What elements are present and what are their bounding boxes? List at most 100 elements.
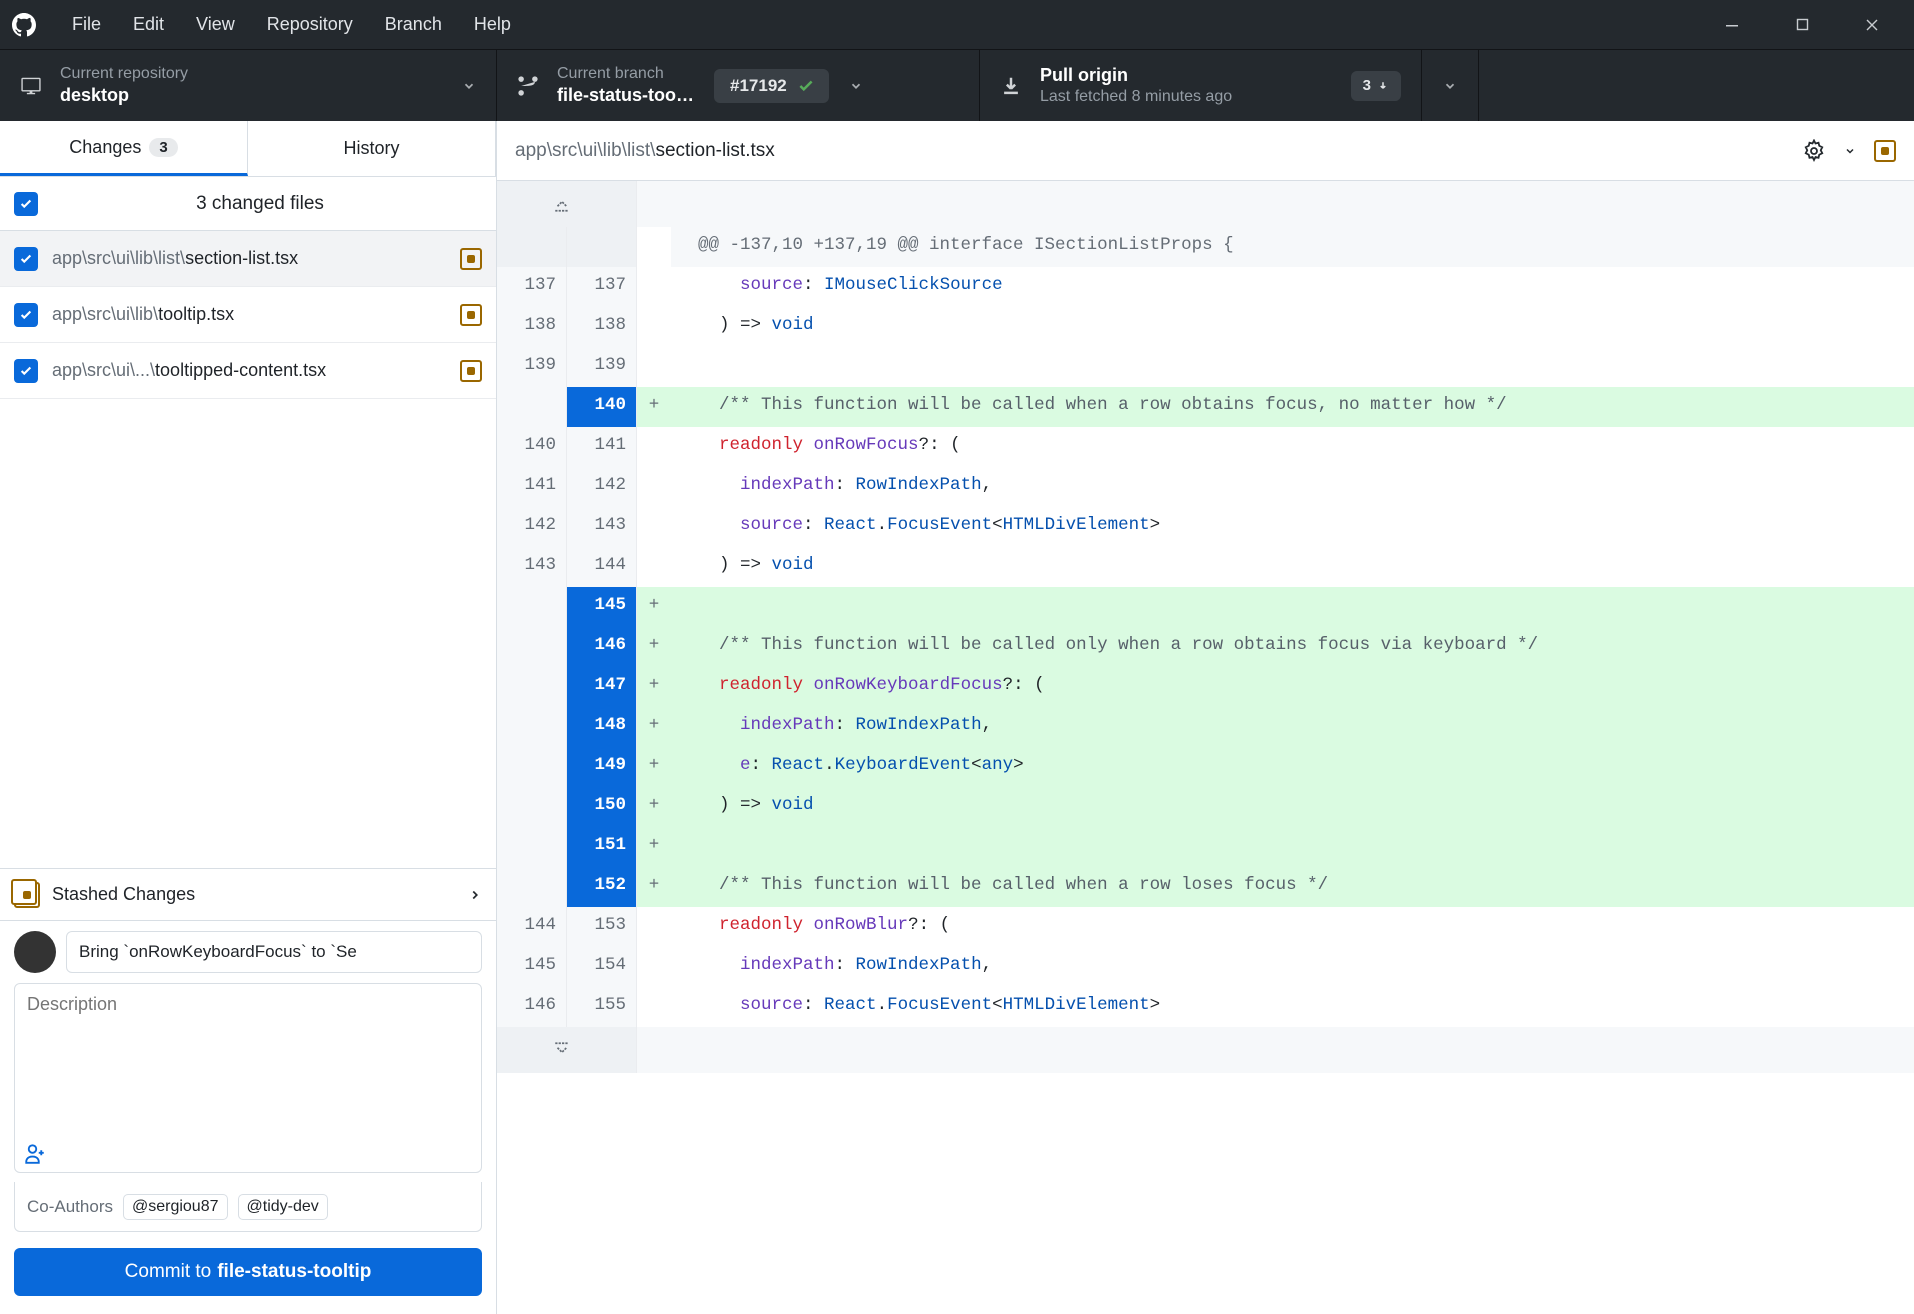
diff-line[interactable]: 141 142 indexPath: RowIndexPath, bbox=[497, 467, 1914, 507]
sidebar-tabs: Changes 3 History bbox=[0, 121, 496, 177]
desktop-icon bbox=[20, 75, 42, 97]
menu-branch[interactable]: Branch bbox=[369, 6, 458, 43]
diff-line[interactable]: 146 + /** This function will be called o… bbox=[497, 627, 1914, 667]
avatar bbox=[14, 931, 56, 973]
modified-icon bbox=[460, 304, 482, 326]
pr-number: #17192 bbox=[730, 76, 787, 96]
changed-files-header: 3 changed files bbox=[0, 177, 496, 231]
expand-up-icon bbox=[553, 195, 571, 213]
toolbar: Current repository desktop Current branc… bbox=[0, 49, 1914, 121]
coauthor-pill[interactable]: @sergiou87 bbox=[123, 1194, 228, 1220]
check-icon bbox=[19, 252, 33, 266]
modified-icon bbox=[1874, 140, 1896, 162]
pull-label: Pull origin bbox=[1040, 65, 1232, 86]
expand-down-icon bbox=[553, 1041, 571, 1059]
diff-body[interactable]: @@ -137,10 +137,19 @@ interface ISection… bbox=[497, 181, 1914, 1314]
person-add-icon bbox=[25, 1144, 45, 1164]
diff-line[interactable]: 138 138 ) => void bbox=[497, 307, 1914, 347]
git-branch-icon bbox=[517, 75, 539, 97]
file-path: app\src\ui\...\tooltipped-content.tsx bbox=[52, 360, 446, 381]
stashed-changes-row[interactable]: Stashed Changes bbox=[0, 868, 496, 920]
tab-history[interactable]: History bbox=[248, 121, 496, 176]
chevron-down-icon[interactable] bbox=[1844, 145, 1856, 157]
menu-file[interactable]: File bbox=[56, 6, 117, 43]
repo-label: Current repository bbox=[60, 65, 188, 83]
check-icon bbox=[19, 308, 33, 322]
stash-label: Stashed Changes bbox=[52, 884, 456, 905]
file-checkbox[interactable] bbox=[14, 247, 38, 271]
diff-line[interactable]: 137 137 source: IMouseClickSource bbox=[497, 267, 1914, 307]
tab-changes[interactable]: Changes 3 bbox=[0, 121, 248, 176]
diff-line[interactable]: 142 143 source: React.FocusEvent<HTMLDiv… bbox=[497, 507, 1914, 547]
branch-selector[interactable]: Current branch file-status-too… #17192 bbox=[497, 50, 980, 121]
modified-icon bbox=[460, 248, 482, 270]
pull-origin-button[interactable]: Pull origin Last fetched 8 minutes ago 3 bbox=[980, 50, 1422, 121]
menu-help[interactable]: Help bbox=[458, 6, 527, 43]
modified-icon bbox=[460, 360, 482, 382]
commit-summary-input[interactable] bbox=[66, 931, 482, 973]
file-list: app\src\ui\lib\list\section-list.tsx app… bbox=[0, 231, 496, 868]
menu-edit[interactable]: Edit bbox=[117, 6, 180, 43]
pull-sub: Last fetched 8 minutes ago bbox=[1040, 88, 1232, 106]
file-checkbox[interactable] bbox=[14, 303, 38, 327]
download-icon bbox=[1000, 75, 1022, 97]
titlebar: File Edit View Repository Branch Help bbox=[0, 0, 1914, 49]
repo-selector[interactable]: Current repository desktop bbox=[0, 50, 497, 121]
diff-line[interactable]: 148 + indexPath: RowIndexPath, bbox=[497, 707, 1914, 747]
branch-label: Current branch bbox=[557, 65, 694, 83]
diff-line[interactable]: 145 154 indexPath: RowIndexPath, bbox=[497, 947, 1914, 987]
close-button[interactable] bbox=[1842, 0, 1902, 49]
file-row[interactable]: app\src\ui\lib\list\section-list.tsx bbox=[0, 231, 496, 287]
commit-description-input[interactable] bbox=[15, 984, 481, 1136]
diff-line[interactable]: 144 153 readonly onRowBlur?: ( bbox=[497, 907, 1914, 947]
branch-name: file-status-too… bbox=[557, 85, 694, 106]
window-controls bbox=[1702, 0, 1902, 49]
file-path: app\src\ui\lib\list\section-list.tsx bbox=[52, 248, 446, 269]
gear-icon[interactable] bbox=[1802, 139, 1826, 163]
diff-header: app\src\ui\lib\list\section-list.tsx bbox=[497, 121, 1914, 181]
check-icon bbox=[797, 77, 815, 95]
diff-line[interactable]: 140 141 readonly onRowFocus?: ( bbox=[497, 427, 1914, 467]
sidebar: Changes 3 History 3 changed files app\sr… bbox=[0, 121, 497, 1314]
check-icon bbox=[19, 197, 33, 211]
commit-form: Co-Authors @sergiou87 @tidy-dev Commit t… bbox=[0, 920, 496, 1314]
file-row[interactable]: app\src\ui\lib\tooltip.tsx bbox=[0, 287, 496, 343]
diff-line[interactable]: 145 + bbox=[497, 587, 1914, 627]
pull-count-badge: 3 bbox=[1351, 71, 1401, 101]
diff-hunk-header: @@ -137,10 +137,19 @@ interface ISection… bbox=[497, 227, 1914, 267]
chevron-down-icon bbox=[1443, 79, 1457, 93]
minimize-button[interactable] bbox=[1702, 0, 1762, 49]
expand-down-button[interactable] bbox=[497, 1027, 1914, 1073]
coauthors-label: Co-Authors bbox=[27, 1197, 113, 1217]
coauthors-row: Co-Authors @sergiou87 @tidy-dev bbox=[14, 1182, 482, 1232]
select-all-checkbox[interactable] bbox=[14, 192, 38, 216]
maximize-button[interactable] bbox=[1772, 0, 1832, 49]
coauthor-pill[interactable]: @tidy-dev bbox=[238, 1194, 328, 1220]
diff-line[interactable]: 149 + e: React.KeyboardEvent<any> bbox=[497, 747, 1914, 787]
expand-up-button[interactable] bbox=[497, 181, 1914, 227]
pr-badge[interactable]: #17192 bbox=[714, 69, 829, 103]
diff-view: app\src\ui\lib\list\section-list.tsx @@ … bbox=[497, 121, 1914, 1314]
changed-files-label: 3 changed files bbox=[38, 193, 482, 215]
diff-line[interactable]: 152 + /** This function will be called w… bbox=[497, 867, 1914, 907]
commit-button[interactable]: Commit to file-status-tooltip bbox=[14, 1248, 482, 1296]
file-row[interactable]: app\src\ui\...\tooltipped-content.tsx bbox=[0, 343, 496, 399]
diff-line[interactable]: 143 144 ) => void bbox=[497, 547, 1914, 587]
chevron-right-icon bbox=[468, 888, 482, 902]
diff-line[interactable]: 139 139 bbox=[497, 347, 1914, 387]
diff-line[interactable]: 147 + readonly onRowKeyboardFocus?: ( bbox=[497, 667, 1914, 707]
diff-line[interactable]: 146 155 source: React.FocusEvent<HTMLDiv… bbox=[497, 987, 1914, 1027]
menu-repository[interactable]: Repository bbox=[251, 6, 369, 43]
file-checkbox[interactable] bbox=[14, 359, 38, 383]
pull-menu-button[interactable] bbox=[1422, 50, 1479, 121]
check-icon bbox=[19, 364, 33, 378]
diff-file-path: app\src\ui\lib\list\section-list.tsx bbox=[515, 140, 775, 162]
diff-line[interactable]: 151 + bbox=[497, 827, 1914, 867]
diff-line[interactable]: 150 + ) => void bbox=[497, 787, 1914, 827]
chevron-down-icon bbox=[462, 79, 476, 93]
github-logo-icon bbox=[12, 13, 36, 37]
diff-line[interactable]: 140 + /** This function will be called w… bbox=[497, 387, 1914, 427]
add-coauthor-button[interactable] bbox=[15, 1136, 481, 1172]
menu-view[interactable]: View bbox=[180, 6, 251, 43]
arrow-down-icon bbox=[1377, 80, 1389, 92]
